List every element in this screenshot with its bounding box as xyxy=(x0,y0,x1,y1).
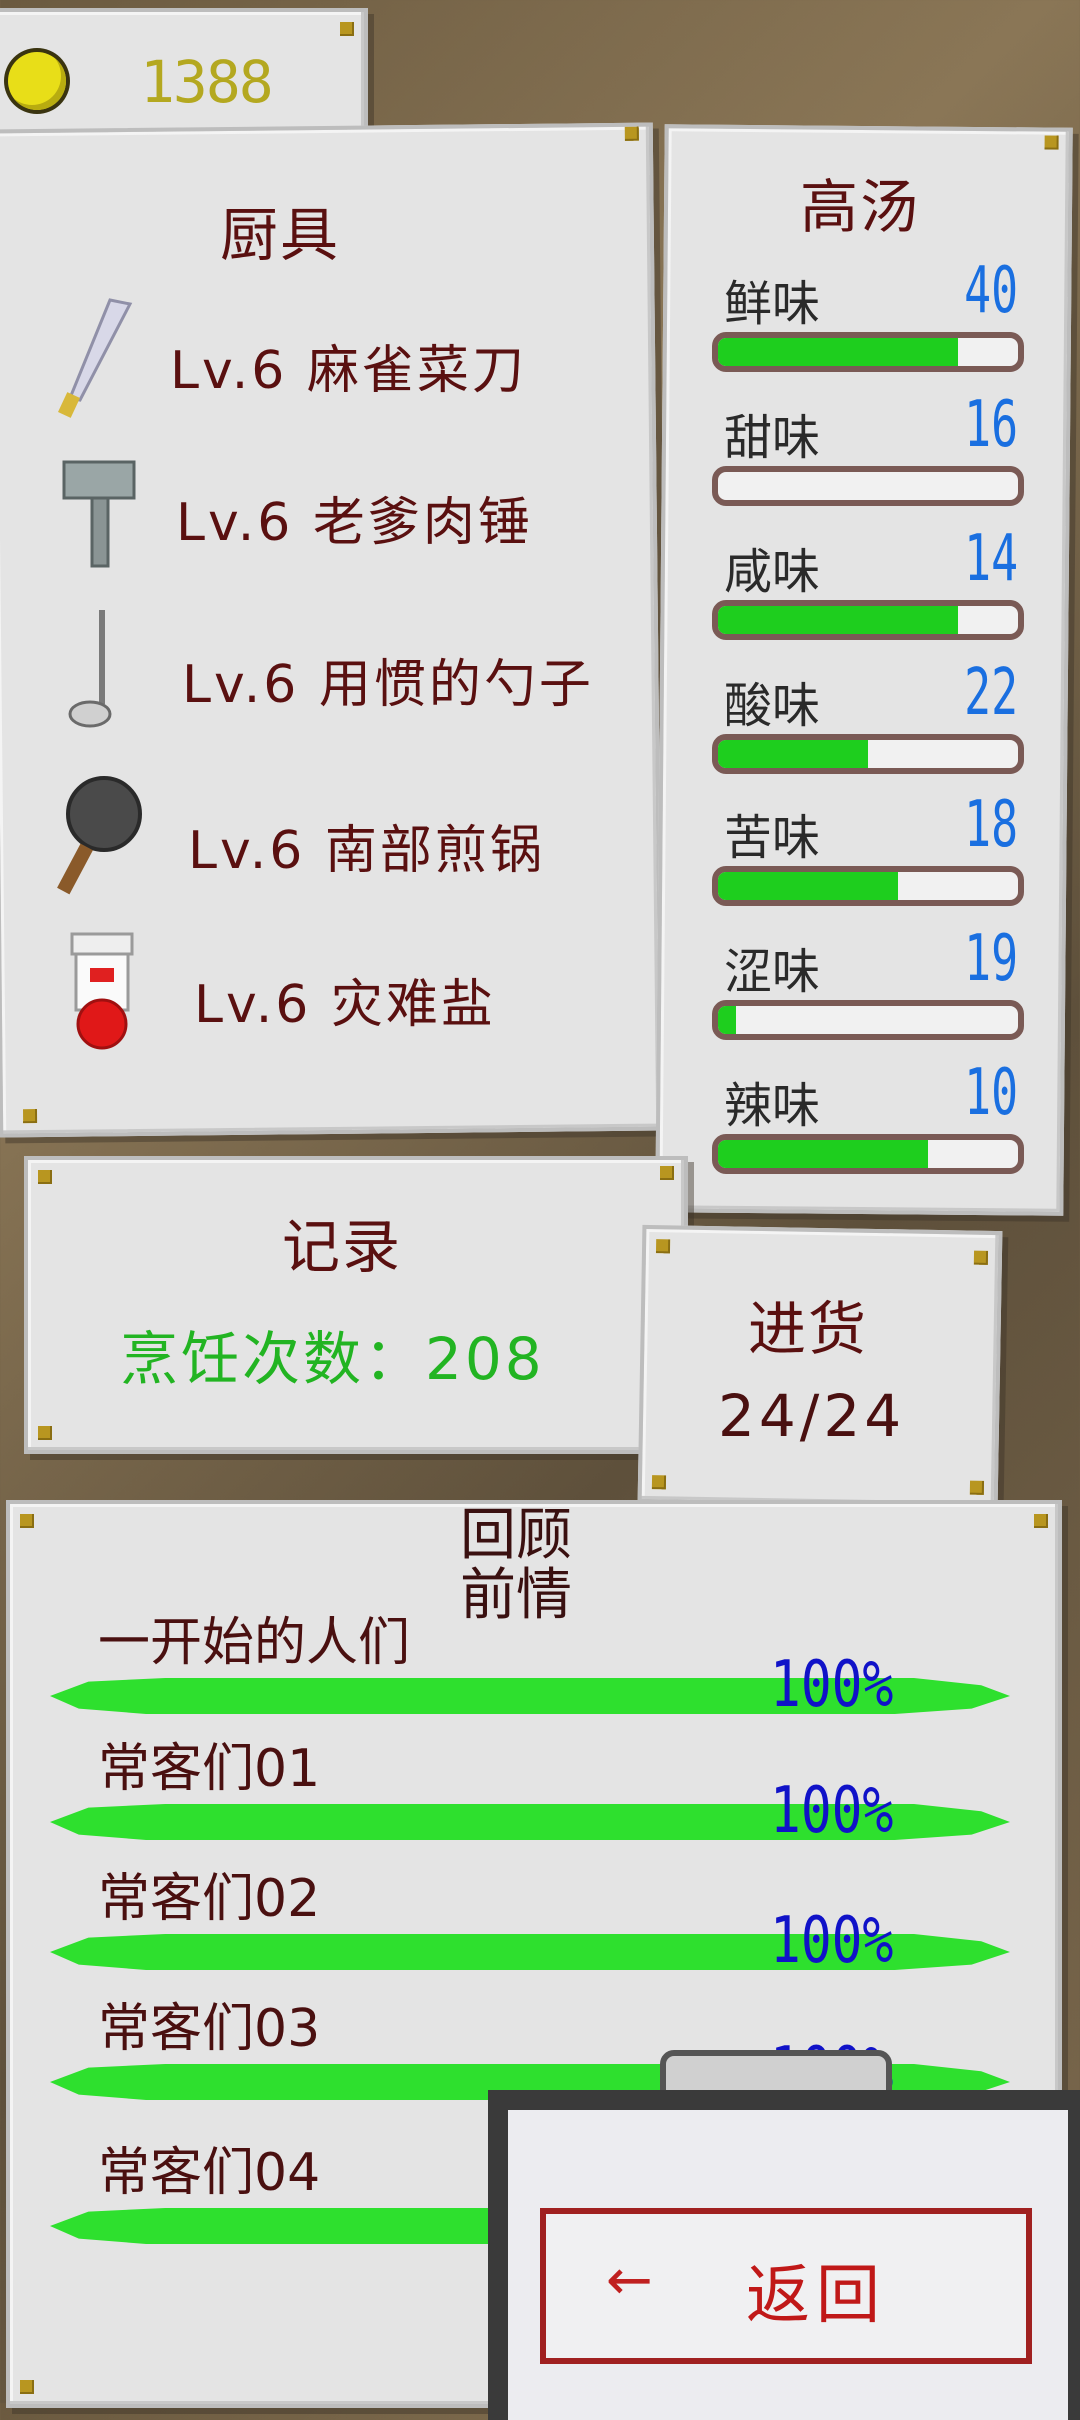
flavor-value: 40 xyxy=(964,254,1018,328)
meat-hammer-icon xyxy=(62,460,136,568)
flavor-bar xyxy=(712,1000,1024,1040)
flavor-row: 咸味 14 xyxy=(708,522,1028,664)
panel-pin xyxy=(38,1426,52,1440)
panel-pin xyxy=(20,1514,34,1528)
flavor-bar xyxy=(712,600,1024,640)
coin-count: 1388 xyxy=(140,48,274,116)
flavor-row: 涩味 19 xyxy=(708,922,1028,1064)
flavor-bar xyxy=(712,466,1024,506)
tool-item[interactable]: Lv.6 南部煎锅 xyxy=(20,760,640,910)
gold-coin-icon xyxy=(8,52,66,110)
tool-item[interactable]: Lv.6 灾难盐 xyxy=(20,914,640,1064)
tool-label: Lv.6 灾难盐 xyxy=(194,975,496,1035)
restock-value: 24/24 xyxy=(718,1382,906,1450)
back-button[interactable]: ← 返回 xyxy=(540,2208,1032,2364)
tool-label: Lv.6 麻雀菜刀 xyxy=(170,341,527,401)
story-name: 常客们01 xyxy=(98,1739,321,1799)
panel-pin xyxy=(23,1109,38,1124)
tools-title: 厨具 xyxy=(220,201,341,269)
back-arrow-icon: ← xyxy=(606,2248,653,2313)
flavor-bar-fill xyxy=(718,338,958,366)
panel-pin xyxy=(973,1250,989,1265)
review-title-line1: 回顾 xyxy=(460,1503,572,1568)
flavor-name: 酸味 xyxy=(724,678,821,734)
story-percent: 100% xyxy=(770,1774,894,1848)
flavor-value: 16 xyxy=(964,388,1018,462)
tool-item[interactable]: Lv.6 老爹肉锤 xyxy=(20,432,640,582)
flavor-value: 22 xyxy=(964,656,1018,730)
flavor-bar xyxy=(712,1134,1024,1174)
flavor-row: 甜味 16 xyxy=(708,388,1028,530)
flavor-name: 涩味 xyxy=(724,944,821,1000)
panel-pin xyxy=(660,1166,674,1180)
tool-label: Lv.6 老爹肉锤 xyxy=(176,493,533,553)
story-name: 常客们02 xyxy=(98,1869,321,1929)
flavor-bar-fill xyxy=(718,872,898,900)
story-percent: 100% xyxy=(770,1904,894,1978)
flavor-row: 酸味 22 xyxy=(708,656,1028,798)
flavor-bar-fill xyxy=(718,1140,928,1168)
story-name: 常客们03 xyxy=(98,1999,321,2059)
flavor-value: 19 xyxy=(964,922,1018,996)
panel-pin xyxy=(38,1170,52,1184)
panel-pin xyxy=(20,2380,34,2394)
flavor-bar xyxy=(712,734,1024,774)
flavor-value: 18 xyxy=(964,788,1018,862)
soup-title: 高汤 xyxy=(800,173,921,241)
panel-pin xyxy=(655,1239,671,1254)
flavor-value: 14 xyxy=(964,522,1018,596)
flavor-row: 鲜味 40 xyxy=(708,254,1028,396)
ladle-icon xyxy=(68,610,112,728)
tool-item[interactable]: Lv.6 麻雀菜刀 xyxy=(20,280,640,430)
story-name: 一开始的人们 xyxy=(98,1613,411,1673)
back-button-label: 返回 xyxy=(746,2259,886,2333)
flavor-row: 辣味 10 xyxy=(708,1056,1028,1198)
panel-pin xyxy=(1034,1514,1048,1528)
tool-label: Lv.6 用惯的勺子 xyxy=(182,655,594,715)
salt-shaker-icon xyxy=(70,932,134,1050)
flavor-bar-fill xyxy=(718,1006,736,1034)
panel-pin xyxy=(1044,135,1059,150)
knife-icon xyxy=(58,298,133,418)
flavor-name: 甜味 xyxy=(724,410,821,466)
record-title: 记录 xyxy=(282,1213,403,1281)
panel-pin xyxy=(340,22,354,36)
panel-pin xyxy=(624,126,639,141)
flavor-row: 苦味 18 xyxy=(708,788,1028,930)
flavor-bar xyxy=(712,866,1024,906)
panel-pin xyxy=(969,1480,985,1495)
frying-pan-icon xyxy=(57,776,142,895)
flavor-name: 苦味 xyxy=(724,810,821,866)
flavor-name: 咸味 xyxy=(724,544,821,600)
flavor-bar-fill xyxy=(718,740,868,768)
cook-count: 烹饪次数：208 xyxy=(120,1325,545,1393)
flavor-bar xyxy=(712,332,1024,372)
story-percent: 100% xyxy=(770,1648,894,1722)
flavor-value: 10 xyxy=(964,1056,1018,1130)
flavor-name: 鲜味 xyxy=(724,276,821,332)
tool-item[interactable]: Lv.6 用惯的勺子 xyxy=(20,594,640,744)
flavor-name: 辣味 xyxy=(724,1078,821,1134)
restock-title: 进货 xyxy=(748,1295,869,1363)
story-row[interactable]: 一开始的人们 100% xyxy=(50,1600,1010,1730)
panel-pin xyxy=(651,1475,667,1490)
story-name: 常客们04 xyxy=(98,2143,321,2203)
story-row[interactable]: 常客们01 100% xyxy=(50,1726,1010,1856)
story-row[interactable]: 常客们02 100% xyxy=(50,1856,1010,1986)
tool-label: Lv.6 南部煎锅 xyxy=(188,821,545,881)
restock-panel[interactable] xyxy=(637,1224,1003,1510)
flavor-bar-fill xyxy=(718,606,958,634)
